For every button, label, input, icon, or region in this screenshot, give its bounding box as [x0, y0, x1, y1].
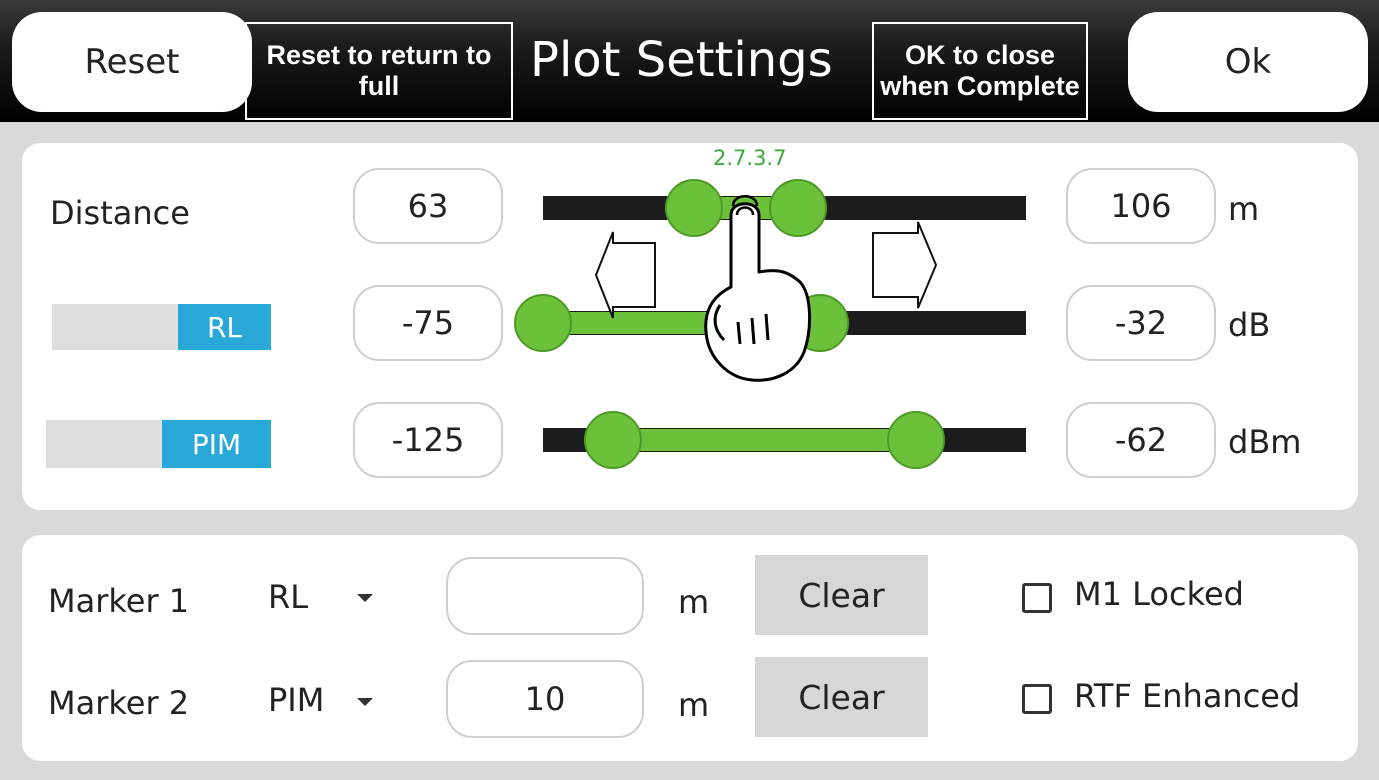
marker-1-type-select[interactable]: RL	[268, 578, 308, 616]
m1-locked-checkbox[interactable]	[1022, 583, 1052, 613]
arrow-left-icon	[594, 231, 656, 319]
marker-2-unit: m	[678, 686, 710, 724]
hand-pointer-icon	[704, 195, 812, 382]
marker-2-position-input[interactable]: 10	[446, 660, 644, 738]
marker-panel	[22, 535, 1358, 761]
marker-2-label: Marker 2	[48, 684, 190, 722]
chevron-down-icon[interactable]	[357, 594, 373, 602]
marker-2-clear-button[interactable]: Clear	[755, 657, 928, 737]
arrow-right-icon	[872, 221, 938, 309]
marker-2-type-select[interactable]: PIM	[268, 681, 324, 719]
marker-1-label: Marker 1	[48, 582, 190, 620]
rtf-enhanced-checkbox[interactable]	[1022, 684, 1052, 714]
marker-1-position-input[interactable]	[446, 557, 644, 635]
rtf-enhanced-label[interactable]: RTF Enhanced	[1074, 677, 1300, 715]
m1-locked-label[interactable]: M1 Locked	[1074, 575, 1244, 613]
chevron-down-icon[interactable]	[357, 698, 373, 706]
marker-1-unit: m	[678, 583, 710, 621]
marker-1-clear-button[interactable]: Clear	[755, 555, 928, 635]
